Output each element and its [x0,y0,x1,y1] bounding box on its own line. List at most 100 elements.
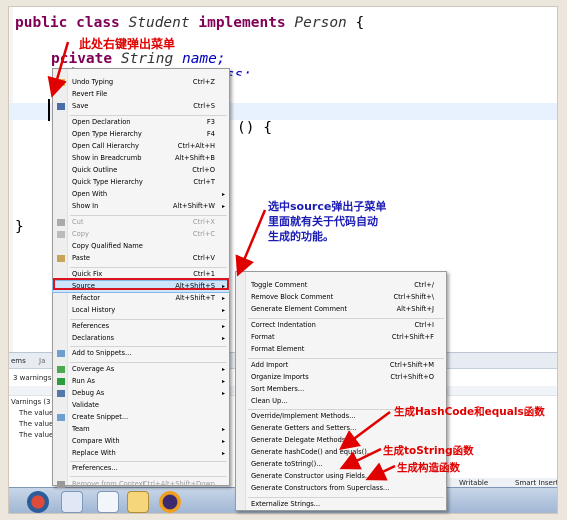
menu-item-copy-qualified-name[interactable]: Copy Qualified Name [53,241,229,252]
menu-item-label: Format [251,333,275,341]
open-brace: { [355,15,365,31]
source-item-generate-constructors-from-superclass[interactable]: Generate Constructors from Superclass... [236,483,446,494]
submenu-arrow-icon: ▸ [221,366,225,373]
source-item-generate-getters-and-setters[interactable]: Generate Getters and Setters... [236,423,446,434]
menu-item-debug-as[interactable]: Debug As ▸ [53,388,229,399]
menu-separator [70,461,227,462]
menu-item-revert-file[interactable]: Revert File [53,89,229,100]
snippet-icon [57,414,65,421]
folder-icon[interactable] [127,491,149,513]
tab-javadoc[interactable]: Ja [39,357,45,365]
menu-separator [70,346,227,347]
menu-item-label: Copy Qualified Name [72,242,143,250]
submenu-arrow-icon: ▸ [221,203,225,210]
menu-item-label: Declarations [72,334,115,342]
class-name: Student [128,15,190,31]
menu-item-shortcut: Ctrl+Shift+M [389,361,434,369]
menu-item-replace-with[interactable]: Replace With ▸ [53,448,229,459]
menu-item-shortcut: Ctrl+Shift+F [391,333,434,341]
menu-item-label: Open Call Hierarchy [72,142,139,150]
keyword-public: public [15,15,68,31]
menu-item-open-with[interactable]: Open With ▸ [53,189,229,200]
menu-item-paste[interactable]: Paste Ctrl+V [53,253,229,264]
undo-icon [57,79,65,86]
menu-item-team[interactable]: Team ▸ [53,424,229,435]
source-item-organize-imports[interactable]: Organize Imports Ctrl+Shift+O [236,372,446,383]
close-brace: } [15,219,24,235]
menu-item-preferences[interactable]: Preferences... [53,463,229,474]
menu-separator [70,115,227,116]
menu-item-label: Generate Delegate Methods... [251,436,352,444]
taskbar-app-icon[interactable] [61,491,83,513]
menu-item-show-in-breadcrumb[interactable]: Show in Breadcrumb Alt+Shift+B [53,153,229,164]
menu-item-compare-with[interactable]: Compare With ▸ [53,436,229,447]
menu-item-add-to-snippets[interactable]: Add to Snippets... [53,348,229,359]
menu-item-run-as[interactable]: Run As ▸ [53,376,229,387]
menu-item-label: Save [72,102,89,110]
source-item-sort-members[interactable]: Sort Members... [236,384,446,395]
menu-item-label: Coverage As [72,365,115,373]
menu-item-shortcut: Ctrl+S [193,102,215,110]
source-item-externalize-strings[interactable]: Externalize Strings... [236,499,446,510]
menu-item-shortcut: Ctrl+T [193,178,215,186]
menu-item-save[interactable]: Save Ctrl+S [53,101,229,112]
code-line-class-declaration[interactable]: public class Student implements Person { [15,15,364,31]
source-item-remove-block-comment[interactable]: Remove Block Comment Ctrl+Shift+\ [236,292,446,303]
code-line-class-end[interactable]: } [15,219,24,235]
menu-item-shortcut: Ctrl+I [414,321,434,329]
annotation-source-line-1: 选中source弹出子菜单 [268,200,387,213]
menu-item-open-declaration[interactable]: Open Declaration F3 [53,117,229,128]
source-item-format[interactable]: Format Ctrl+Shift+F [236,332,446,343]
menu-item-cut[interactable]: Cut Ctrl+X [53,217,229,228]
menu-item-shortcut: Alt+Shift+J [396,305,434,313]
source-item-toggle-comment[interactable]: Toggle Comment Ctrl+/ [236,280,446,291]
menu-item-refactor[interactable]: Refactor Alt+Shift+T ▸ [53,293,229,304]
menu-item-open-call-hierarchy[interactable]: Open Call Hierarchy Ctrl+Alt+H [53,141,229,152]
menu-item-label: Toggle Comment [251,281,308,289]
menu-item-label: Generate Constructor using Fields... [251,472,372,480]
start-button-icon[interactable] [27,491,49,513]
tab-problems[interactable]: ems [11,357,26,365]
menu-separator [70,362,227,363]
menu-item-coverage-as[interactable]: Coverage As ▸ [53,364,229,375]
menu-separator [70,319,227,320]
menu-item-quick-type-hierarchy[interactable]: Quick Type Hierarchy Ctrl+T [53,177,229,188]
submenu-arrow-icon: ▸ [221,438,225,445]
menu-item-undo-typing[interactable]: Undo Typing Ctrl+Z [53,77,229,88]
menu-item-label: Undo Typing [72,78,114,86]
menu-item-local-history[interactable]: Local History ▸ [53,305,229,316]
menu-separator [248,318,444,319]
menu-item-create-snippet[interactable]: Create Snippet... [53,412,229,423]
code-line-method-signature[interactable]: () { [237,120,272,136]
menu-separator [70,476,227,477]
bird-app-icon[interactable] [97,491,119,513]
keyword-implements: implements [198,15,286,31]
menu-item-label: Preferences... [72,464,118,472]
status-insert-mode: Smart Insert [515,479,558,487]
submenu-arrow-icon: ▸ [221,307,225,314]
code-line-name-field[interactable]: pcivate String name; [51,51,226,67]
editor-ruler [9,7,13,352]
source-item-format-element[interactable]: Format Element [236,344,446,355]
source-item-add-import[interactable]: Add Import Ctrl+Shift+M [236,360,446,371]
annotation-hashcode: 生成HashCode和equals函数 [394,406,545,418]
menu-item-label: Replace With [72,449,116,457]
menu-item-declarations[interactable]: Declarations ▸ [53,333,229,344]
menu-item-quick-outline[interactable]: Quick Outline Ctrl+O [53,165,229,176]
source-item-generate-element-comment[interactable]: Generate Element Comment Alt+Shift+J [236,304,446,315]
menu-item-shortcut: Ctrl+Alt+Shift+Down [143,480,215,488]
eclipse-icon[interactable] [159,491,181,513]
menu-item-label: Copy [72,230,89,238]
menu-item-remove-from-context[interactable]: Remove from Context Ctrl+Alt+Shift+Down [53,479,229,490]
menu-item-copy[interactable]: Copy Ctrl+C [53,229,229,240]
menu-item-validate[interactable]: Validate [53,400,229,411]
menu-item-label: Refactor [72,294,101,302]
menu-item-label: Clean Up... [251,397,288,405]
source-item-correct-indentation[interactable]: Correct Indentation Ctrl+I [236,320,446,331]
menu-item-show-in[interactable]: Show In Alt+Shift+W ▸ [53,201,229,212]
submenu-arrow-icon: ▸ [221,295,225,302]
menu-item-shortcut: Alt+Shift+B [174,154,215,162]
annotation-constructor: 生成构造函数 [397,462,460,474]
menu-item-open-type-hierarchy[interactable]: Open Type Hierarchy F4 [53,129,229,140]
menu-item-references[interactable]: References ▸ [53,321,229,332]
